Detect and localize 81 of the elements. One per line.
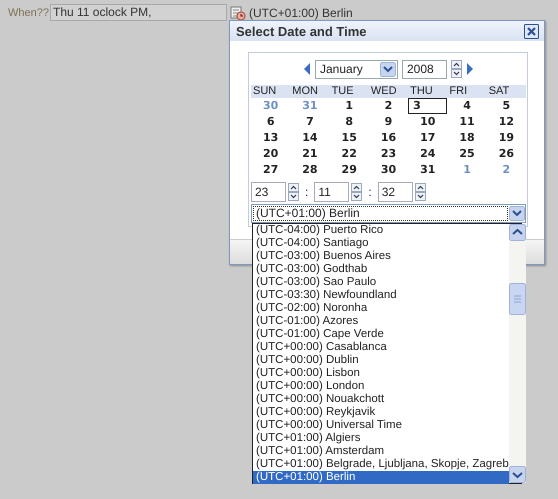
timezone-option[interactable]: (UTC+00:00) Reykjavik xyxy=(253,406,509,419)
calendar-day[interactable]: 20 xyxy=(251,146,290,162)
calendar-day[interactable]: 1 xyxy=(330,98,369,114)
weekday-header: THU xyxy=(408,85,448,98)
calendar-day[interactable]: 24 xyxy=(408,146,448,162)
calendar-day[interactable]: 21 xyxy=(290,146,330,162)
year-spinner[interactable] xyxy=(451,60,462,78)
timezone-option[interactable]: (UTC+00:00) Universal Time xyxy=(253,419,509,432)
calendar-day[interactable]: 5 xyxy=(486,98,526,114)
timezone-text: (UTC+01:00) Berlin xyxy=(249,6,353,20)
timezone-option[interactable]: (UTC-03:00) Sao Paulo xyxy=(253,276,509,289)
scroll-down-icon[interactable] xyxy=(508,466,526,483)
calendar-day[interactable]: 12 xyxy=(486,114,526,130)
calendar-day[interactable]: 28 xyxy=(290,162,330,178)
calendar-day[interactable]: 11 xyxy=(447,114,487,130)
close-icon[interactable] xyxy=(524,24,539,38)
timezone-option[interactable]: (UTC+01:00) Algiers xyxy=(253,432,509,445)
calendar-day[interactable]: 9 xyxy=(368,114,408,130)
minute-field[interactable]: 11 xyxy=(314,182,350,202)
calendar-day[interactable]: 6 xyxy=(251,114,290,130)
timezone-option[interactable]: (UTC+00:00) Nouakchott xyxy=(253,393,509,406)
calendar-day[interactable]: 10 xyxy=(408,114,448,130)
calendar-day[interactable]: 19 xyxy=(486,130,526,146)
calendar-day[interactable]: 7 xyxy=(290,114,330,130)
month-select[interactable]: January xyxy=(315,60,398,78)
time-separator: : xyxy=(368,185,372,199)
weekday-header: WED xyxy=(368,85,408,98)
calendar-day[interactable]: 4 xyxy=(447,98,487,114)
calendar-day[interactable]: 18 xyxy=(447,130,487,146)
timezone-option[interactable]: (UTC-03:30) Newfoundland xyxy=(253,289,509,302)
calendar-day[interactable]: 16 xyxy=(368,130,408,146)
timezone-option[interactable]: (UTC-04:00) Puerto Rico xyxy=(253,224,509,237)
next-month-icon[interactable] xyxy=(466,63,474,75)
timezone-option[interactable]: (UTC-02:00) Noronha xyxy=(253,302,509,315)
calendar-day[interactable]: 13 xyxy=(251,130,290,146)
calendar-day[interactable]: 23 xyxy=(368,146,408,162)
calendar-day[interactable]: 25 xyxy=(447,146,487,162)
timezone-option[interactable]: (UTC-03:00) Godthab xyxy=(253,263,509,276)
minute-spinner[interactable] xyxy=(351,183,362,201)
timezone-option[interactable]: (UTC+01:00) Berlin xyxy=(253,471,509,484)
calendar-day[interactable]: 15 xyxy=(330,130,369,146)
weekday-header: SAT xyxy=(486,85,526,98)
weekday-header: FRI xyxy=(447,85,487,98)
calendar-day[interactable]: 2 xyxy=(368,98,408,114)
calendar-day[interactable]: 29 xyxy=(330,162,369,178)
year-field[interactable]: 2008 xyxy=(402,60,447,78)
scroll-up-icon[interactable] xyxy=(508,224,526,241)
calendar-clock-icon[interactable] xyxy=(230,4,246,20)
weekday-header: MON xyxy=(290,85,330,98)
weekday-header: TUE xyxy=(330,85,369,98)
previous-month-icon[interactable] xyxy=(303,63,311,75)
time-separator: : xyxy=(305,185,308,199)
timezone-option[interactable]: (UTC+00:00) Dublin xyxy=(253,354,509,367)
timezone-option[interactable]: (UTC+00:00) London xyxy=(253,380,509,393)
second-field[interactable]: 32 xyxy=(378,182,413,202)
hour-field[interactable]: 23 xyxy=(251,182,286,202)
weekday-header: SUN xyxy=(251,85,290,98)
timezone-option[interactable]: (UTC-01:00) Cape Verde xyxy=(253,328,509,341)
calendar-day[interactable]: 14 xyxy=(290,130,330,146)
calendar-day[interactable]: 17 xyxy=(408,130,448,146)
field-label: When?? xyxy=(8,6,50,18)
hour-spinner[interactable] xyxy=(288,183,299,201)
calendar-day[interactable]: 22 xyxy=(330,146,369,162)
calendar-day[interactable]: 3 xyxy=(408,98,448,114)
timezone-option[interactable]: (UTC+00:00) Casablanca xyxy=(253,341,509,354)
scrollbar[interactable] xyxy=(508,224,526,483)
datetime-field[interactable]: Thu 11 oclock PM, xyxy=(50,4,227,21)
calendar-day[interactable]: 31 xyxy=(408,162,448,178)
timezone-option[interactable]: (UTC+01:00) Amsterdam xyxy=(253,445,509,458)
timezone-option[interactable]: (UTC+00:00) Lisbon xyxy=(253,367,509,380)
calendar-day[interactable]: 30 xyxy=(368,162,408,178)
timezone-option[interactable]: (UTC+01:00) Belgrade, Ljubljana, Skopje, Zagreb xyxy=(253,458,509,471)
timezone-option[interactable]: (UTC-03:00) Buenos Aires xyxy=(253,250,509,263)
calendar-day[interactable]: 8 xyxy=(330,114,369,130)
second-spinner[interactable] xyxy=(414,183,426,201)
timezone-option[interactable]: (UTC-04:00) Santiago xyxy=(253,237,509,250)
calendar-day[interactable]: 27 xyxy=(251,162,290,178)
dialog-title: Select Date and Time xyxy=(236,24,367,38)
timezone-option[interactable]: (UTC-01:00) Azores xyxy=(253,315,509,328)
calendar-day[interactable]: 26 xyxy=(486,146,526,162)
scroll-thumb[interactable] xyxy=(508,282,526,314)
